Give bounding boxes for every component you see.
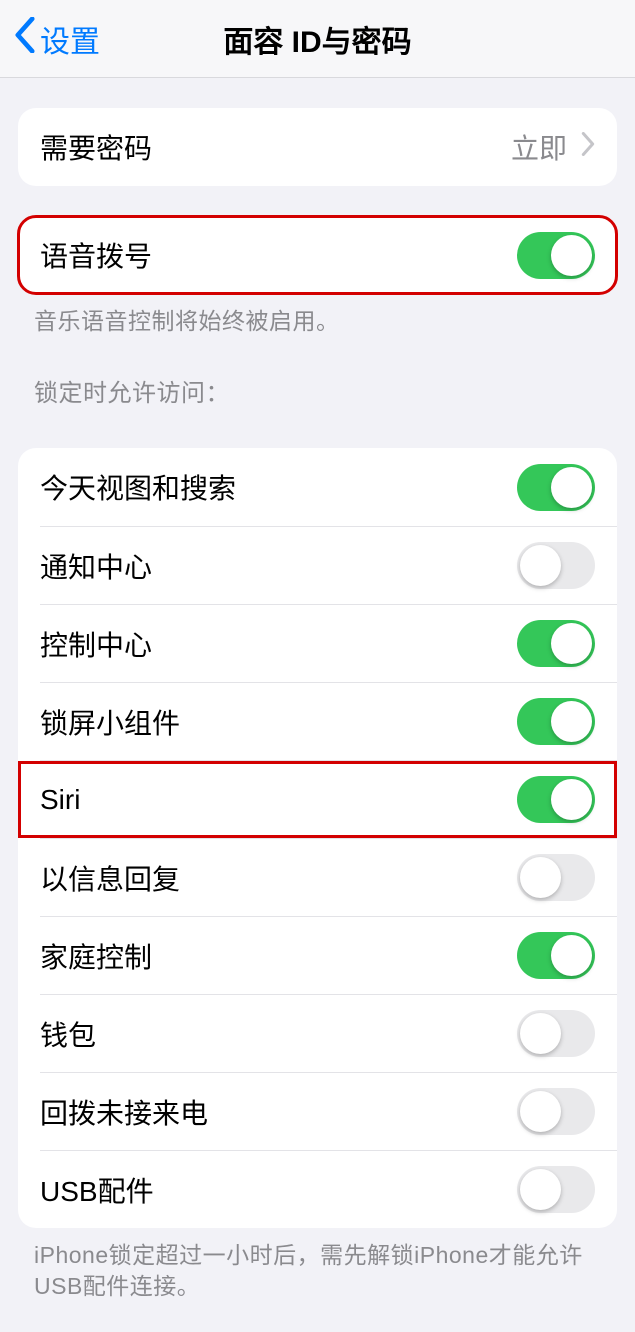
allow-access-row-control: 控制中心 (40, 604, 617, 682)
allow-access-toggle-reply[interactable] (517, 854, 595, 901)
allow-access-toggle-usb[interactable] (517, 1166, 595, 1213)
back-label: 设置 (40, 17, 100, 61)
allow-access-label-notifications: 通知中心 (40, 546, 152, 586)
voice-dial-footer: 音乐语音控制将始终被启用。 (0, 294, 635, 337)
allow-access-label-siri: Siri (40, 784, 80, 816)
require-passcode-value: 立即 (511, 127, 567, 167)
require-passcode-value-wrap: 立即 (511, 127, 595, 167)
allow-access-header: 锁定时允许访问： (0, 337, 635, 418)
allow-access-row-reply: 以信息回复 (40, 838, 617, 916)
allow-access-label-wallet: 钱包 (40, 1014, 96, 1054)
allow-access-toggle-wallet[interactable] (517, 1010, 595, 1057)
require-passcode-row[interactable]: 需要密码 立即 (18, 108, 617, 186)
content: 需要密码 立即 语音拨号 音乐语音控制将始终被启用。 锁定时允许访问： 今天视图… (0, 108, 635, 1332)
back-button[interactable]: 设置 (10, 17, 100, 61)
allow-access-label-usb: USB配件 (40, 1170, 154, 1210)
allow-access-row-widgets: 锁屏小组件 (40, 682, 617, 760)
voice-dial-label: 语音拨号 (40, 235, 152, 275)
allow-access-toggle-today[interactable] (517, 464, 595, 511)
require-passcode-group: 需要密码 立即 (18, 108, 617, 186)
allow-access-label-widgets: 锁屏小组件 (40, 702, 180, 742)
allow-access-label-today: 今天视图和搜索 (40, 467, 236, 507)
voice-dial-row: 语音拨号 (18, 216, 617, 294)
allow-access-toggle-home[interactable] (517, 932, 595, 979)
allow-access-label-callback: 回拨未接来电 (40, 1092, 208, 1132)
allow-access-label-control: 控制中心 (40, 624, 152, 664)
allow-access-group: 今天视图和搜索通知中心控制中心锁屏小组件 Siri 以信息回复家庭控制钱包回拨未接来… (18, 448, 617, 1228)
allow-access-label-reply: 以信息回复 (40, 858, 180, 898)
allow-access-row-wallet: 钱包 (40, 994, 617, 1072)
navbar: 设置 面容 ID与密码 (0, 0, 635, 78)
allow-access-footer: iPhone锁定超过一小时后，需先解锁iPhone才能允许USB配件连接。 (0, 1228, 635, 1302)
allow-access-toggle-control[interactable] (517, 620, 595, 667)
voice-dial-toggle[interactable] (517, 232, 595, 279)
chevron-right-icon (581, 131, 595, 163)
allow-access-label-home: 家庭控制 (40, 936, 152, 976)
allow-access-row-home: 家庭控制 (40, 916, 617, 994)
chevron-left-icon (14, 17, 36, 61)
allow-access-toggle-siri[interactable] (517, 776, 595, 823)
allow-access-toggle-callback[interactable] (517, 1088, 595, 1135)
allow-access-row-notifications: 通知中心 (40, 526, 617, 604)
allow-access-row-usb: USB配件 (40, 1150, 617, 1228)
allow-access-row-siri: Siri (40, 760, 617, 838)
allow-access-row-callback: 回拨未接来电 (40, 1072, 617, 1150)
require-passcode-label: 需要密码 (40, 127, 152, 167)
allow-access-toggle-widgets[interactable] (517, 698, 595, 745)
allow-access-row-today: 今天视图和搜索 (18, 448, 617, 526)
allow-access-toggle-notifications[interactable] (517, 542, 595, 589)
voice-dial-group: 语音拨号 (18, 216, 617, 294)
